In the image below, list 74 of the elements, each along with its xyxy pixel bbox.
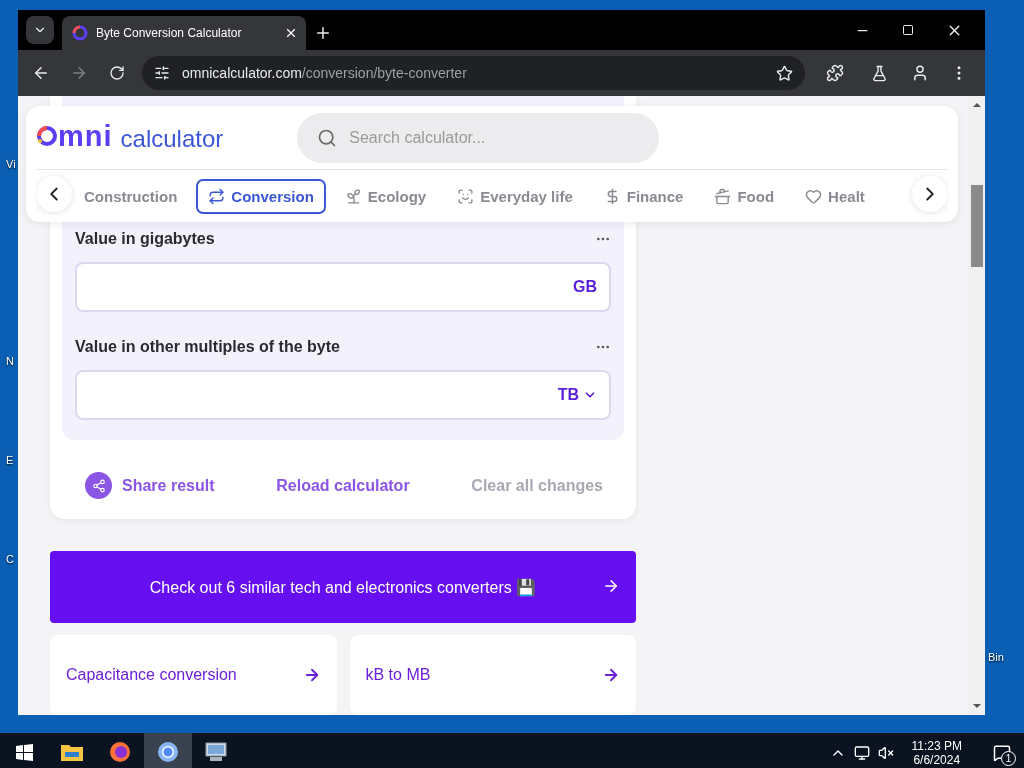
logo-letters: mni — [58, 121, 113, 151]
category-tab[interactable]: Healt — [793, 178, 877, 214]
link-text: kB to MB — [365, 666, 431, 684]
folder-icon — [61, 743, 83, 761]
converter-link-card[interactable]: Capacitance conversion — [50, 635, 337, 715]
scrollbar[interactable] — [968, 96, 985, 715]
action-link[interactable]: Share result — [85, 472, 215, 499]
search-field[interactable]: Search calculator... — [297, 112, 660, 163]
scroll-right-button[interactable] — [912, 176, 948, 212]
category-tab[interactable]: Conversion — [196, 178, 326, 214]
close-tab-icon[interactable] — [284, 26, 298, 40]
search-icon — [317, 127, 338, 148]
maximize-icon[interactable] — [902, 24, 914, 36]
value-field[interactable]: GB — [75, 262, 611, 312]
monitor-icon — [204, 742, 228, 762]
arrow-right-icon — [602, 666, 620, 684]
notification-count: 1 — [1001, 751, 1016, 766]
omni-logo-icon — [72, 25, 88, 41]
scan-icon — [457, 187, 475, 205]
taskbar-app[interactable] — [144, 733, 192, 768]
cooking-pot-icon — [714, 187, 732, 205]
reload-icon[interactable] — [109, 65, 125, 81]
date-text: 6/6/2024 — [913, 753, 961, 767]
field-label: Value in gigabytes — [75, 230, 215, 248]
logo-ring-icon — [36, 125, 58, 148]
category-tab[interactable]: Food — [702, 178, 787, 214]
notifications-icon[interactable] — [993, 744, 1011, 762]
desktop-icon-label: Vi — [6, 158, 16, 170]
desktop-icon-label: Bin — [988, 651, 1004, 663]
desktop-icon-label: N — [6, 355, 14, 367]
value-field[interactable]: TB — [75, 370, 611, 420]
url-text: omnicalculator.com/conversion/byte-converter — [182, 65, 468, 81]
profile-icon[interactable] — [911, 64, 929, 82]
action-link[interactable]: Reload calculator — [276, 476, 410, 495]
scroll-up-icon[interactable] — [972, 102, 981, 108]
browser-tab[interactable]: Byte Conversion Calculator — [62, 16, 306, 50]
flask-icon[interactable] — [870, 64, 888, 82]
unit-label: GB — [573, 278, 597, 296]
category-tab[interactable]: Construction — [72, 178, 190, 214]
time-text: 11:23 PM — [911, 739, 962, 753]
category-tab[interactable]: Ecology — [332, 178, 439, 214]
back-icon[interactable] — [32, 64, 50, 82]
tab-search-button[interactable] — [26, 16, 54, 44]
puzzle-icon[interactable] — [826, 64, 844, 82]
arrow-right-icon — [602, 577, 620, 595]
field-label: Value in other multiples of the byte — [75, 338, 340, 356]
scroll-left-button[interactable] — [36, 176, 72, 212]
tab-title: Byte Conversion Calculator — [96, 26, 243, 40]
link-text: Capacitance conversion — [66, 666, 237, 684]
address-bar[interactable]: omnicalculator.com/conversion/byte-converter — [142, 56, 805, 90]
chrome-icon — [157, 741, 179, 763]
windows-icon — [15, 743, 33, 761]
conversion-icon — [208, 187, 226, 205]
category-tab[interactable]: Finance — [591, 178, 696, 214]
forward-icon[interactable] — [70, 64, 88, 82]
unit-label[interactable]: TB — [557, 386, 579, 404]
sprout-icon — [344, 187, 362, 205]
scrollbar-thumb[interactable] — [970, 185, 983, 267]
new-tab-icon[interactable] — [314, 24, 332, 42]
similar-converters-banner[interactable]: Check out 6 similar tech and electronics converters 💾 — [50, 551, 636, 623]
firefox-icon — [109, 741, 131, 763]
desktop-icon-label: C — [6, 553, 14, 565]
desktop-icon-label: E — [6, 454, 14, 466]
scroll-down-icon[interactable] — [972, 703, 981, 709]
logo-word: calculator — [120, 125, 224, 154]
site-info-icon[interactable] — [154, 65, 170, 81]
bookmark-star-icon[interactable] — [776, 64, 793, 82]
heart-icon — [805, 187, 823, 205]
volume-muted-icon[interactable] — [877, 745, 894, 761]
share-icon — [85, 472, 112, 499]
converter-link-card[interactable]: kB to MB — [349, 635, 636, 715]
network-icon[interactable] — [853, 745, 870, 761]
category-tab[interactable]: Everyday life — [445, 178, 585, 214]
clock[interactable]: 11:23 PM 6/6/2024 — [901, 739, 972, 767]
